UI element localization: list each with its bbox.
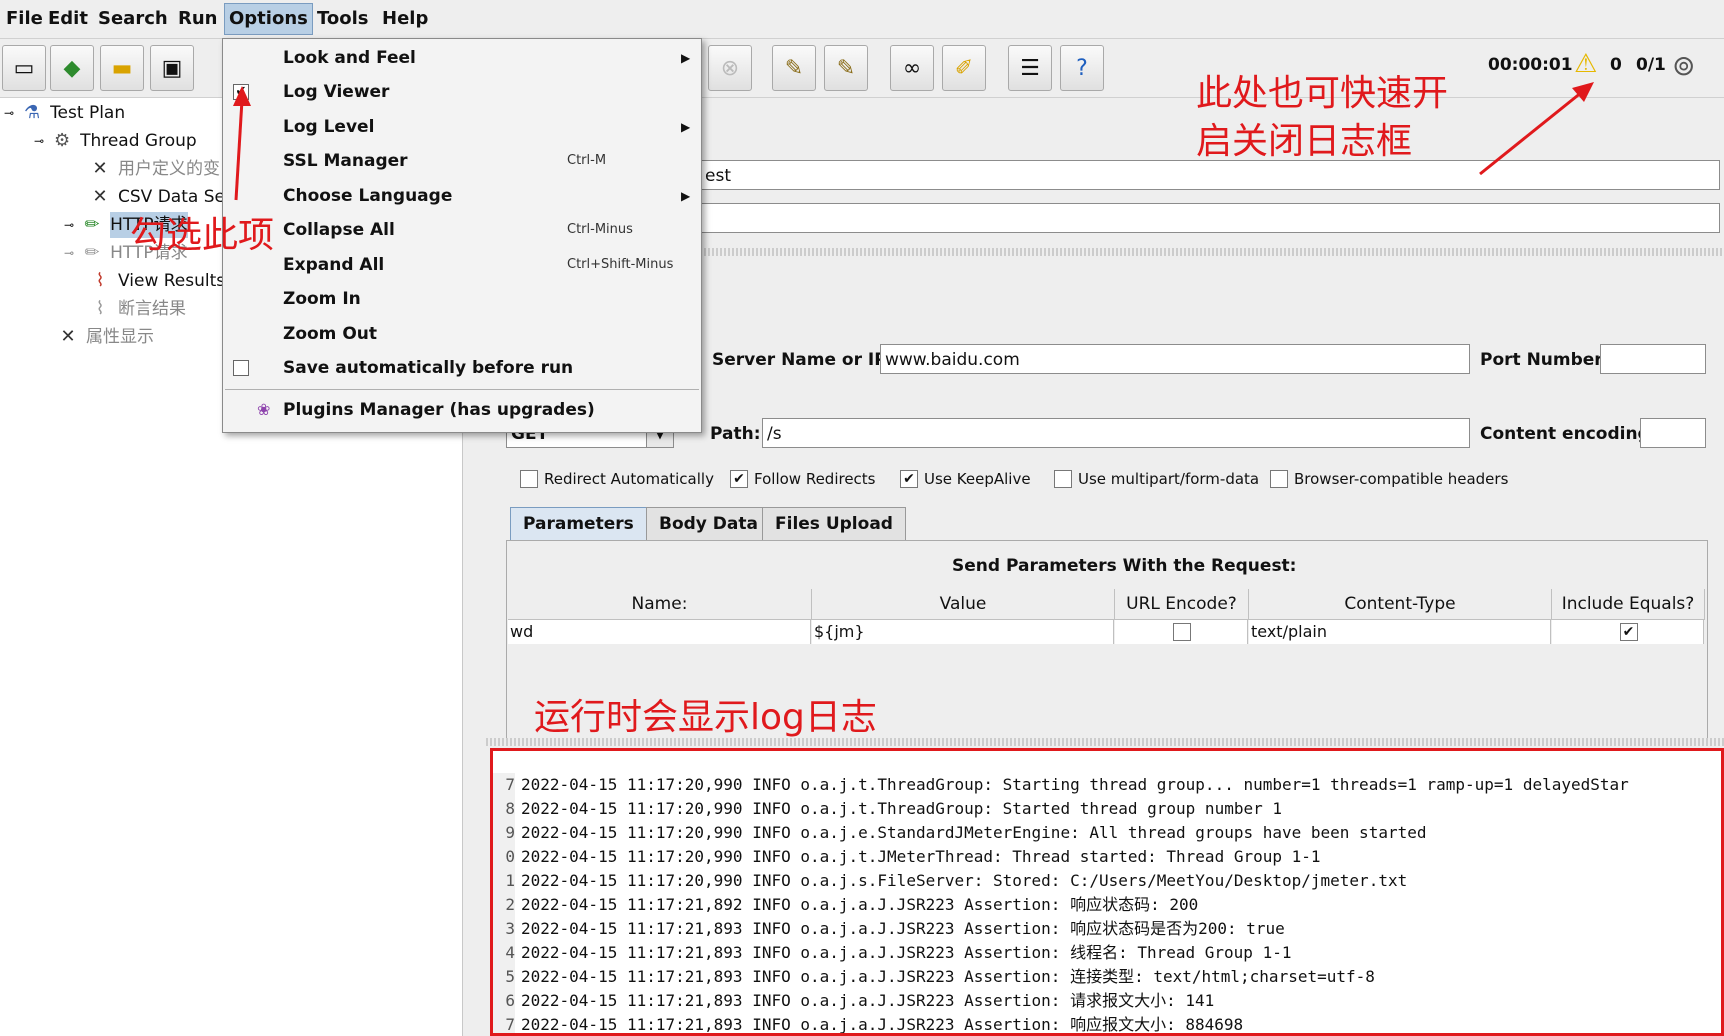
arrow-to-log-viewer <box>233 86 251 201</box>
annotation-toggle-hint-line1: 此处也可快速开 <box>1196 73 1449 114</box>
annotation-toggle-hint-line2: 启关闭日志框 <box>1196 121 1413 162</box>
annotation-check-this: 勾选此项 <box>130 215 275 256</box>
annotation-arrows <box>233 82 1594 201</box>
arrow-to-warning-icon <box>1479 82 1594 176</box>
annotation-runtime-hint: 运行时会显示log日志 <box>534 697 877 738</box>
